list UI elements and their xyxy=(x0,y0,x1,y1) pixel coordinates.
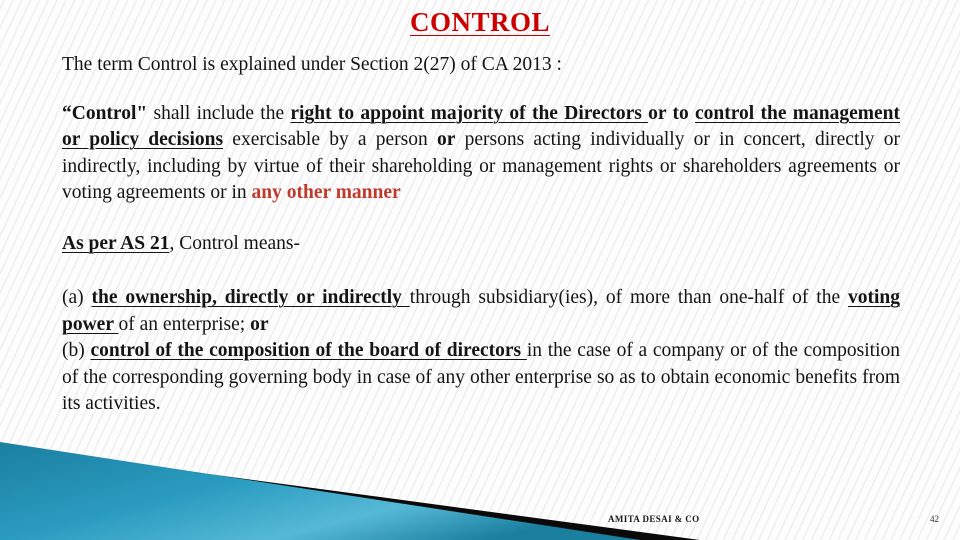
black-diagonal-stripe xyxy=(0,446,700,540)
clause-a-tail-bold: or xyxy=(250,313,269,335)
definition-seg-2: right to appoint majority of the Directo… xyxy=(290,102,649,124)
clause-a-mid: through subsidiary(ies), of more than on… xyxy=(409,287,848,308)
page-number: 42 xyxy=(930,514,939,524)
teal-triangle xyxy=(0,442,640,540)
clause-b-bold: control of the composition of the board … xyxy=(90,340,527,361)
definition-paragraph: “Control" shall include the right to app… xyxy=(62,101,900,207)
clause-a-bold-1: the ownership, directly or indirectly xyxy=(91,287,410,308)
slide-body: The term Control is explained under Sect… xyxy=(62,52,900,418)
slide-canvas: CONTROL The term Control is explained un… xyxy=(0,0,960,540)
as21-rest: , Control means- xyxy=(169,232,300,254)
page-title: CONTROL xyxy=(409,7,551,37)
as21-paragraph: As per AS 21, Control means- xyxy=(62,231,900,258)
definition-seg-6: or xyxy=(436,129,456,150)
definition-seg-3: or to xyxy=(648,102,695,124)
definition-seg-1: shall include the xyxy=(147,102,291,124)
definition-seg-5: exercisable by a person xyxy=(223,129,437,150)
clause-b-marker: (b) xyxy=(62,340,91,361)
clause-b-paragraph: (b) control of the composition of the bo… xyxy=(62,338,900,418)
clause-a-paragraph: (a) the ownership, directly or indirectl… xyxy=(62,285,900,338)
pale-blue-wedge xyxy=(0,452,575,540)
intro-paragraph: The term Control is explained under Sect… xyxy=(62,52,900,79)
intro-text: The term Control is explained under Sect… xyxy=(62,54,562,75)
footer-credit: AMITA DESAI & CO xyxy=(608,514,700,524)
definition-quote: “Control" xyxy=(62,102,148,124)
clause-a-tail: of an enterprise; xyxy=(118,313,251,335)
decorative-corner-graphic xyxy=(0,442,700,540)
definition-seg-8: any other manner xyxy=(251,182,401,203)
as21-label: As per AS 21 xyxy=(62,232,170,254)
clause-a-marker: (a) xyxy=(62,287,92,308)
